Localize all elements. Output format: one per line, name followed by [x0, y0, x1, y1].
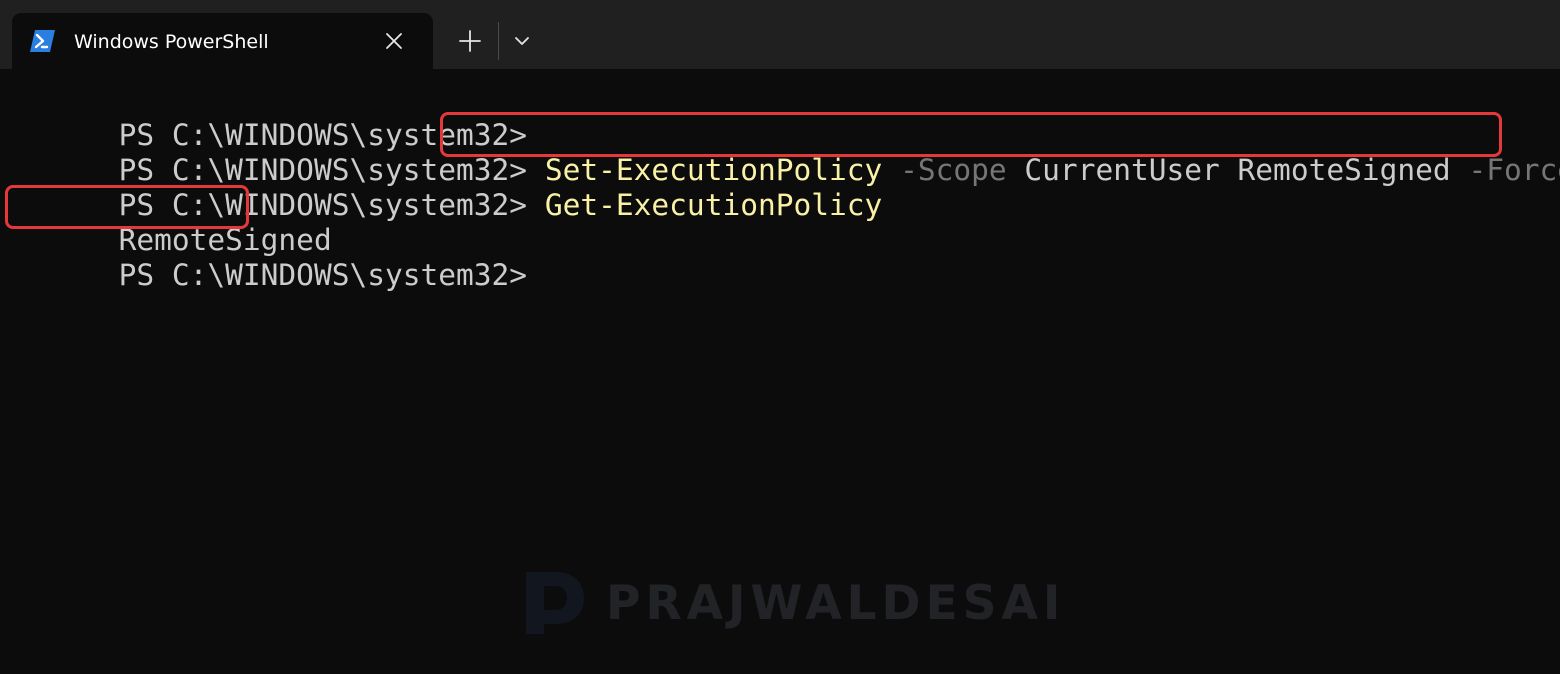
- close-icon[interactable]: [383, 30, 405, 52]
- tab-title: Windows PowerShell: [74, 31, 269, 53]
- highlight-box-set-command: [440, 112, 1502, 157]
- watermark-logo: [526, 572, 584, 634]
- terminal-line: PS C:\WINDOWS\system32> Get-ExecutionPol…: [12, 153, 883, 222]
- chevron-down-icon[interactable]: [508, 28, 536, 54]
- tab-divider: [498, 22, 499, 60]
- command-parameter: -Scope: [900, 153, 1007, 187]
- command-parameter: -Force: [1468, 153, 1560, 187]
- tab-bar: Windows PowerShell: [0, 0, 1560, 69]
- command-arguments: CurrentUser RemoteSigned: [1024, 153, 1451, 187]
- highlight-box-output: [5, 185, 249, 229]
- plus-icon[interactable]: [455, 26, 485, 56]
- terminal-window: Windows PowerShell PS C:\WINDOWS\system3…: [0, 0, 1560, 674]
- prompt: PS C:\WINDOWS\system32>: [118, 258, 528, 292]
- command-name: Get-ExecutionPolicy: [544, 188, 883, 222]
- watermark-text: PRAJWALDESAI: [606, 576, 1066, 631]
- tab-windows-powershell[interactable]: Windows PowerShell: [12, 13, 433, 69]
- powershell-icon: [30, 30, 55, 52]
